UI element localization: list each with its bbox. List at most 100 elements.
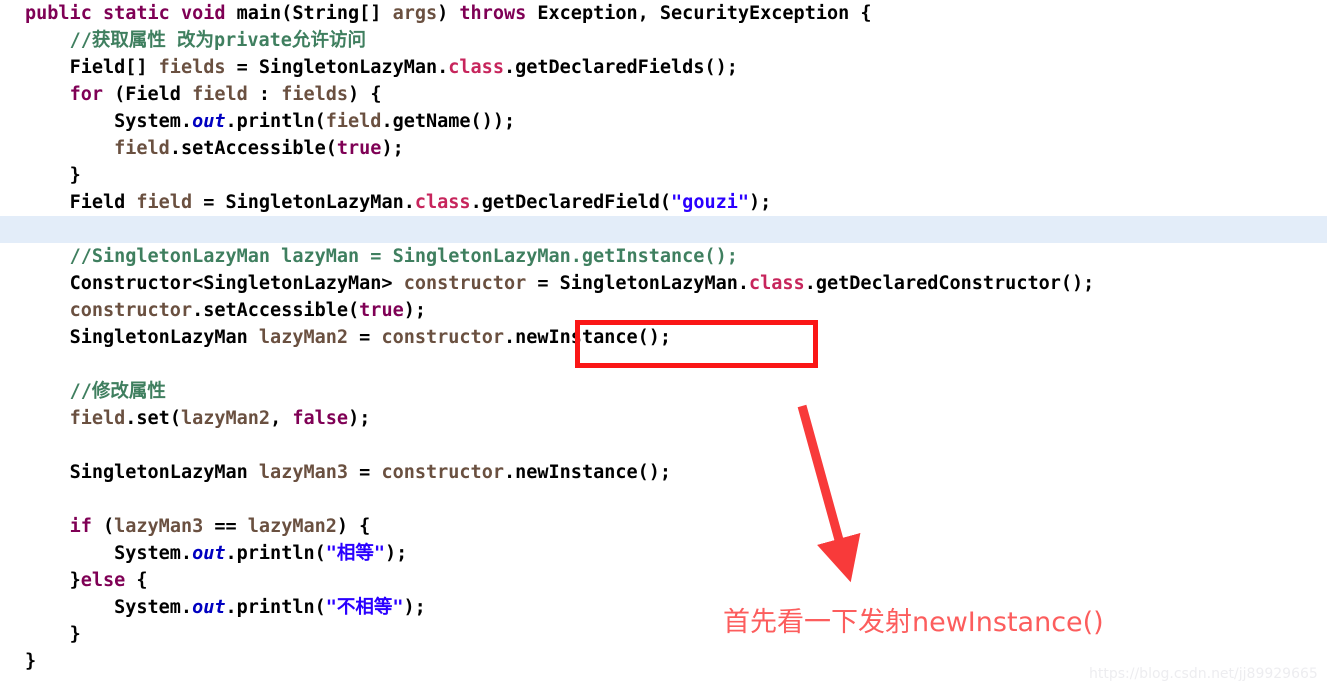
code-line-text: System.out.println(field.getName()); — [25, 111, 515, 132]
code-line[interactable]: Field field = SingletonLazyMan.class.get… — [0, 189, 1327, 216]
code-line-text: } — [25, 624, 81, 645]
code-token: System. — [114, 111, 193, 132]
code-token: } — [25, 651, 37, 672]
code-token: .getDeclaredConstructor(); — [804, 273, 1095, 294]
code-token: field — [114, 138, 170, 159]
code-line[interactable]: field.set(lazyMan2, false); — [0, 405, 1327, 432]
code-line-text: for (Field field : fields) { — [25, 84, 382, 105]
code-token: field — [69, 408, 126, 429]
code-token: throws — [459, 3, 527, 24]
code-token: System. — [114, 543, 193, 564]
code-token: Field — [69, 192, 137, 213]
code-line[interactable]: System.out.println("不相等"); — [0, 594, 1327, 621]
code-token: .getDeclaredField( — [470, 192, 672, 213]
code-token: Exception, SecurityException { — [526, 3, 872, 24]
code-line[interactable]: field.setAccessible(true); — [0, 135, 1327, 162]
red-highlight-box-newinstance — [575, 320, 818, 368]
code-token: : — [247, 84, 282, 105]
code-token: == — [203, 516, 248, 537]
code-line[interactable]: SingletonLazyMan lazyMan3 = constructor.… — [0, 459, 1327, 486]
code-token: field — [192, 84, 248, 105]
code-token: lazyMan3 — [114, 516, 204, 537]
code-line[interactable]: if (lazyMan3 == lazyMan2) { — [0, 513, 1327, 540]
code-token: ); — [348, 408, 371, 429]
code-line-text: field.set(lazyMan2, false); — [25, 408, 371, 429]
code-token: true — [359, 300, 404, 321]
code-token: ); — [385, 543, 408, 564]
code-token: out — [192, 111, 226, 132]
code-token: , — [270, 408, 293, 429]
code-line[interactable] — [0, 216, 1327, 243]
code-token: .set( — [125, 408, 181, 429]
code-line[interactable]: //SingletonLazyMan lazyMan = SingletonLa… — [0, 243, 1327, 270]
code-line[interactable]: }else { — [0, 567, 1327, 594]
code-token: "gouzi" — [671, 192, 750, 213]
code-token: = SingletonLazyMan. — [225, 57, 449, 78]
code-token: //修改属性 — [69, 381, 166, 402]
code-token: true — [336, 138, 382, 159]
code-line[interactable]: System.out.println("相等"); — [0, 540, 1327, 567]
code-line-text: Field field = SingletonLazyMan.class.get… — [25, 192, 772, 213]
code-token: ) { — [348, 84, 382, 105]
code-line[interactable]: } — [0, 621, 1327, 648]
code-line-text: Constructor<SingletonLazyMan> constructo… — [25, 273, 1095, 294]
code-token: out — [192, 543, 226, 564]
code-line[interactable]: Constructor<SingletonLazyMan> constructo… — [0, 270, 1327, 297]
code-token: constructor — [381, 462, 504, 483]
code-line[interactable]: //修改属性 — [0, 378, 1327, 405]
code-line[interactable] — [0, 432, 1327, 459]
code-token: = SingletonLazyMan. — [526, 273, 749, 294]
code-line[interactable]: System.out.println(field.getName()); — [0, 108, 1327, 135]
code-line[interactable]: Field[] fields = SingletonLazyMan.class.… — [0, 54, 1327, 81]
code-token: SingletonLazyMan — [69, 327, 259, 348]
code-line[interactable]: } — [0, 162, 1327, 189]
code-token: out — [192, 597, 226, 618]
code-token: ( — [91, 516, 115, 537]
code-line[interactable]: public static void main(String[] args) t… — [0, 0, 1327, 27]
code-line-text: //SingletonLazyMan lazyMan = SingletonLa… — [25, 246, 738, 267]
code-token: System. — [114, 597, 193, 618]
code-line[interactable] — [0, 486, 1327, 513]
code-token: ); — [749, 192, 772, 213]
code-token: (Field — [102, 84, 193, 105]
code-token: lazyMan2 — [258, 327, 349, 348]
code-token: class — [448, 57, 504, 78]
code-token: = — [348, 327, 382, 348]
code-line-text: System.out.println("相等"); — [25, 543, 407, 564]
code-line-text: SingletonLazyMan lazyMan3 = constructor.… — [25, 462, 672, 483]
code-token: { — [125, 570, 148, 591]
code-token: } — [69, 165, 81, 186]
code-token: .setAccessible( — [169, 138, 337, 159]
code-token: .setAccessible( — [192, 300, 360, 321]
code-line-text: constructor.setAccessible(true); — [25, 300, 426, 321]
code-token: .getName()); — [381, 111, 516, 132]
code-token: .getDeclaredFields(); — [503, 57, 738, 78]
code-token: fields — [281, 84, 349, 105]
code-token: for — [69, 84, 103, 105]
code-line[interactable]: //获取属性 改为private允许访问 — [0, 27, 1327, 54]
code-token: class — [414, 192, 471, 213]
code-token: lazyMan2 — [247, 516, 337, 537]
code-token: ); — [403, 597, 426, 618]
code-token: } — [69, 624, 81, 645]
code-token: } — [69, 570, 81, 591]
code-token: .println( — [225, 543, 326, 564]
code-token: ); — [381, 138, 404, 159]
code-token: ); — [403, 300, 427, 321]
code-token: //SingletonLazyMan lazyMan = SingletonLa… — [69, 246, 738, 267]
code-token: .println( — [225, 111, 326, 132]
code-token: SingletonLazyMan — [69, 462, 259, 483]
code-token: field — [325, 111, 382, 132]
code-token: void — [180, 3, 226, 24]
code-token: args — [392, 3, 438, 24]
code-token: = SingletonLazyMan. — [192, 192, 415, 213]
annotation-note-text: 首先看一下发射newInstance() — [723, 607, 1104, 638]
code-token: Field[] — [69, 57, 159, 78]
code-line[interactable]: for (Field field : fields) { — [0, 81, 1327, 108]
